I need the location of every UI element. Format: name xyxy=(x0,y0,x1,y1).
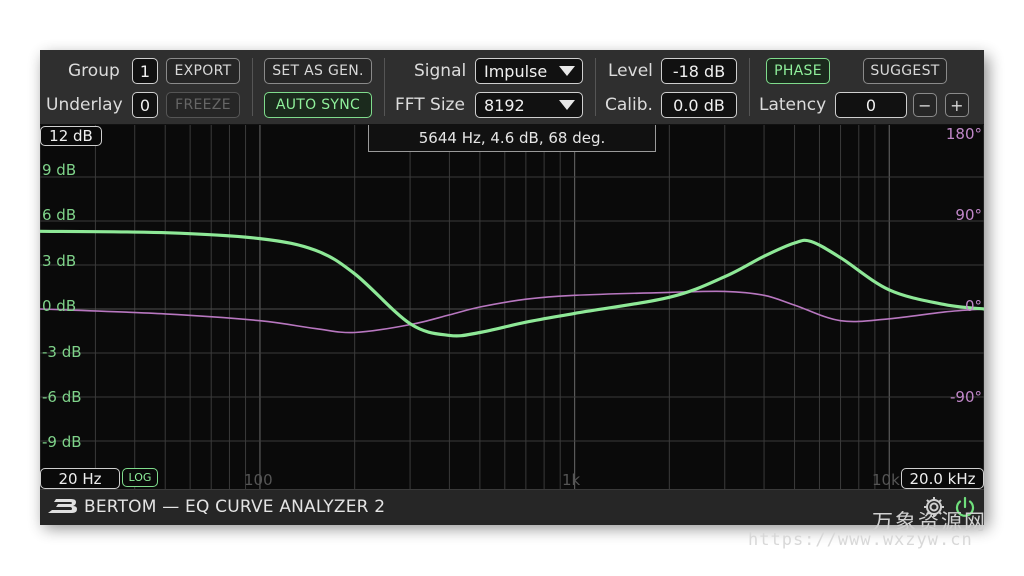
level-label: Level xyxy=(608,61,653,81)
phase-tick: 90° xyxy=(955,206,982,224)
freq-tick: 1k xyxy=(562,471,581,489)
db-tick: -6 dB xyxy=(42,388,82,406)
level-field[interactable]: -18 dB xyxy=(661,58,737,84)
signal-label: Signal xyxy=(414,61,467,81)
auto-sync-button[interactable]: AUTO SYNC xyxy=(264,92,372,118)
signal-select[interactable]: Impulse xyxy=(475,58,583,84)
brand-title: BERTOM — EQ CURVE ANALYZER 2 xyxy=(84,497,386,517)
suggest-button[interactable]: SUGGEST xyxy=(863,58,947,84)
latency-decrement-button[interactable]: − xyxy=(913,93,937,117)
phase-tick: 180° xyxy=(945,125,982,143)
db-tick: 6 dB xyxy=(42,206,77,224)
freeze-button[interactable]: FREEZE xyxy=(166,92,240,118)
response-chart xyxy=(40,125,984,489)
calib-label: Calib. xyxy=(605,95,653,115)
watermark-url: https://www.wxzyw.cn xyxy=(748,530,973,550)
calib-field[interactable]: 0.0 dB xyxy=(661,92,737,118)
footer-bar: BERTOM — EQ CURVE ANALYZER 2 xyxy=(40,489,984,525)
separator xyxy=(384,58,385,116)
db-tick: -9 dB xyxy=(42,433,82,451)
phase-tick: 0° xyxy=(964,297,982,315)
chevron-down-icon xyxy=(559,66,575,76)
signal-value: Impulse xyxy=(484,61,548,81)
fft-size-label: FFT Size xyxy=(395,95,465,115)
freq-tick: 10k xyxy=(872,471,900,489)
toolbar: Group 1 EXPORT Underlay 0 FREEZE SET AS … xyxy=(40,50,984,125)
separator xyxy=(749,58,750,116)
frequency-response-plot[interactable]: 12 dB 5644 Hz, 4.6 dB, 68 deg. 9 dB 6 dB… xyxy=(40,125,984,489)
latency-label: Latency xyxy=(759,95,827,115)
db-tick: -3 dB xyxy=(42,343,82,361)
separator xyxy=(252,58,253,116)
range-top-field[interactable]: 12 dB xyxy=(40,126,102,146)
phase-button[interactable]: PHASE xyxy=(766,58,830,84)
db-tick: 0 dB xyxy=(42,297,77,315)
freq-low-field[interactable]: 20 Hz xyxy=(40,468,120,489)
group-label: Group xyxy=(68,61,120,81)
latency-increment-button[interactable]: + xyxy=(945,93,969,117)
fft-size-value: 8192 xyxy=(484,95,525,115)
phase-tick: -90° xyxy=(950,388,982,406)
group-field[interactable]: 1 xyxy=(132,58,158,84)
db-tick: 3 dB xyxy=(42,252,77,270)
plugin-window: Group 1 EXPORT Underlay 0 FREEZE SET AS … xyxy=(40,50,984,525)
set-as-gen-button[interactable]: SET AS GEN. xyxy=(264,58,372,84)
freq-high-field[interactable]: 20.0 kHz xyxy=(901,468,984,489)
latency-field[interactable]: 0 xyxy=(835,92,907,118)
underlay-label: Underlay xyxy=(46,95,123,115)
chevron-down-icon xyxy=(559,100,575,110)
freq-tick: 100 xyxy=(244,471,273,489)
cursor-readout: 5644 Hz, 4.6 dB, 68 deg. xyxy=(368,125,656,152)
db-tick: 9 dB xyxy=(42,161,77,179)
fft-size-select[interactable]: 8192 xyxy=(475,92,583,118)
export-button[interactable]: EXPORT xyxy=(166,58,240,84)
bertom-logo-icon xyxy=(48,499,77,513)
log-scale-toggle[interactable]: LOG xyxy=(122,468,158,487)
underlay-field[interactable]: 0 xyxy=(132,92,158,118)
separator xyxy=(595,58,596,116)
